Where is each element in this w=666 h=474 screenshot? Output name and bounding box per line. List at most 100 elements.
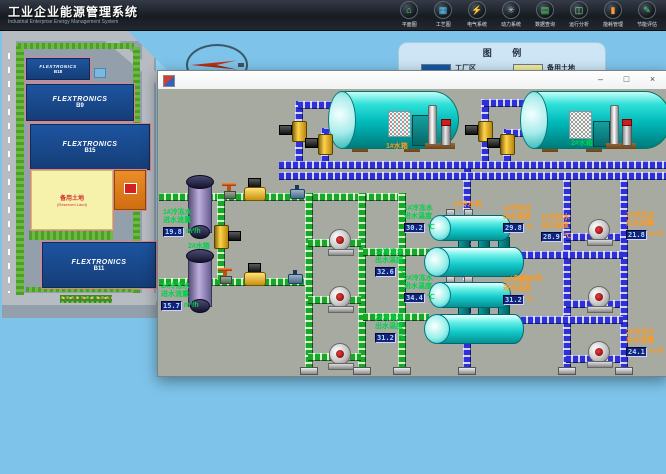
tank-panel: [388, 111, 411, 137]
readout-cw1-out-temp: 1#冷却水出水温度 29.8℃: [503, 205, 534, 233]
motor-valve[interactable]: [318, 134, 333, 155]
tank-panel: [569, 111, 592, 139]
toolbar-button[interactable]: ▦ 工艺图: [428, 1, 458, 29]
readout-chw1-in-temp: 1#冷冻水进水温度 30.2℃: [404, 205, 435, 233]
pipe-flange: [558, 367, 576, 375]
plan-view-icon: ⌂: [400, 1, 418, 19]
chiller-end-cap: [424, 314, 450, 344]
close-button[interactable]: ×: [646, 73, 659, 86]
toolbar-button-label: 节能评估: [637, 20, 657, 27]
ball-valve[interactable]: [244, 272, 266, 286]
compass-needle-tail: [238, 63, 244, 67]
level-instrument: [610, 105, 619, 145]
tank-1-label: 1#水箱: [386, 141, 408, 151]
data-query-icon: ▤: [536, 1, 554, 19]
main-toolbar: ⌂ 平面图 ▦ 工艺图 ⚡ 电气系统 ✳ 动力系统: [394, 1, 662, 29]
pipe-segment: [521, 316, 623, 324]
window-titlebar[interactable]: – □ ×: [158, 71, 666, 90]
process-diagram: 1#水箱 2#水箱 2#水箱 1#冷水机 2#冷水机 1#冷冻水进水流量 19.…: [158, 89, 666, 375]
toolbar-button[interactable]: ▤ 数据查询: [530, 1, 560, 29]
flowerbed: [60, 295, 112, 303]
site-plan-map: FLEXTRONICS B18 FLEXTRONICS B9 FLEXTRONI…: [2, 31, 168, 318]
valve-actuator: [465, 125, 478, 135]
check-valve[interactable]: [288, 274, 303, 284]
road-centerline: [8, 45, 10, 297]
energy-mgmt-icon: ▮: [604, 1, 622, 19]
readout-cw2-out-temp: 2#冷却水出水温度 28.9℃: [541, 214, 572, 242]
readout-chw1-inflow: 1#冷冻水进水流量 19.8m³/h: [163, 209, 201, 237]
pipe-segment: [279, 161, 666, 169]
chiller-end-cap: [424, 247, 450, 277]
pump[interactable]: [588, 341, 610, 363]
pump[interactable]: [588, 286, 610, 308]
toolbar-button-label: 能耗管理: [603, 20, 623, 27]
readout-chw2-outflow: 2#冷冻水出水流量 24.1m³/h: [626, 329, 664, 357]
header-bar: 工业企业能源管理系统 Industrial Enterprise Energy …: [0, 0, 666, 31]
legend-title: 图 例: [399, 46, 605, 59]
gauge-instrument: [622, 119, 632, 146]
pipe-segment: [521, 251, 623, 259]
electrical-system-icon: ⚡: [468, 1, 486, 19]
gauge-instrument: [441, 119, 451, 146]
readout-chw1-out-temp: 1#冷冻水出水温度 32.6℃: [375, 249, 406, 277]
toolbar-button[interactable]: ◫ 运行分析: [564, 1, 594, 29]
building-b18[interactable]: FLEXTRONICS B18: [26, 58, 90, 80]
pipe-segment: [358, 193, 366, 369]
maximize-button[interactable]: □: [620, 73, 633, 86]
toolbar-button-label: 运行分析: [569, 20, 589, 27]
pump[interactable]: [329, 229, 351, 251]
toolbar-button-label: 平面图: [402, 20, 417, 27]
app-subtitle: Industrial Enterprise Energy Management …: [8, 19, 118, 25]
green-strip: [16, 43, 24, 295]
reserved-land: 备用土地 (Reserved Land): [31, 170, 113, 230]
valve-actuator: [487, 138, 500, 148]
readout-chw2-out-temp: 2#冷冻水出水温度 31.2℃: [375, 315, 406, 343]
toolbar-button[interactable]: ⚡ 电气系统: [462, 1, 492, 29]
toolbar-button-label: 动力系统: [501, 20, 521, 27]
building-b9[interactable]: FLEXTRONICS B9: [26, 84, 134, 121]
minimize-button[interactable]: –: [594, 73, 607, 86]
valve-actuator: [305, 138, 318, 148]
tank-hatch: [412, 115, 429, 146]
green-strip: [18, 43, 134, 49]
app-title: 工业企业能源管理系统: [8, 3, 138, 20]
pump[interactable]: [329, 343, 351, 365]
toolbar-button[interactable]: ▮ 能耗管理: [598, 1, 628, 29]
manual-valve-body: [220, 276, 232, 284]
motor-valve[interactable]: [214, 225, 229, 249]
pipe-segment: [279, 172, 666, 180]
toolbar-button[interactable]: ✎ 节能评估: [632, 1, 662, 29]
building-b15[interactable]: FLEXTRONICS B15: [30, 124, 150, 170]
pipe-flange: [393, 367, 411, 375]
power-system-icon: ✳: [502, 1, 520, 19]
building-b11[interactable]: FLEXTRONICS B11: [42, 242, 156, 288]
assessment-icon: ✎: [638, 1, 656, 19]
toolbar-button-label: 工艺图: [436, 20, 451, 27]
toolbar-button[interactable]: ⌂ 平面图: [394, 1, 424, 29]
pipe-flange: [615, 367, 633, 375]
utility-building: [114, 170, 146, 210]
readout-chw2-in-temp: 2#冷冻水进水温度 34.4℃: [404, 275, 435, 303]
toolbar-button-label: 电气系统: [467, 20, 487, 27]
desktop: 工业企业能源管理系统 Industrial Enterprise Energy …: [0, 0, 666, 474]
pipe-flange: [458, 367, 476, 375]
check-valve[interactable]: [290, 189, 305, 199]
readout-chw1-outflow: 1#冷冻水出水流量 21.8m³/h: [626, 212, 664, 240]
toolbar-button[interactable]: ✳ 动力系统: [496, 1, 526, 29]
window-icon: [163, 75, 175, 87]
toolbar-button-label: 数据查询: [535, 20, 555, 27]
pipe-segment: [563, 172, 571, 369]
ball-valve[interactable]: [244, 187, 266, 201]
tank-2-label: 2#水箱: [571, 138, 593, 148]
analysis-icon: ◫: [570, 1, 588, 19]
small-building: [94, 68, 106, 78]
pipe-flange: [353, 367, 371, 375]
pump[interactable]: [329, 286, 351, 308]
level-instrument: [428, 105, 437, 145]
pump[interactable]: [588, 219, 610, 241]
valve-actuator: [279, 125, 292, 135]
green-strip: [29, 230, 113, 240]
readout-chw2-inflow: 2#冷冻水进水流量 15.7m³/h: [161, 283, 199, 311]
utility-badge: [124, 183, 137, 194]
motor-valve[interactable]: [500, 134, 515, 155]
